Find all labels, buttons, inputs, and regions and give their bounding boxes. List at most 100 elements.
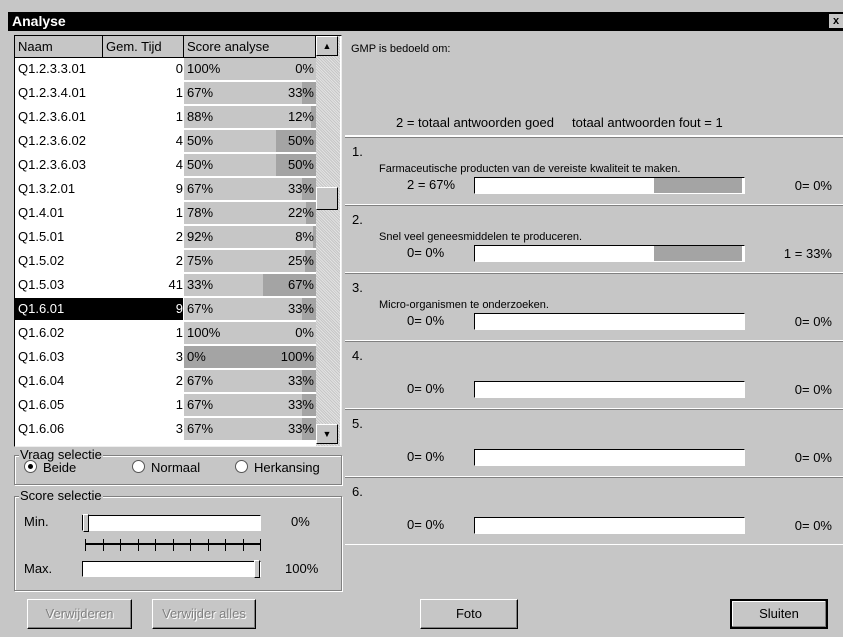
table-row[interactable]: Q1.2.3.6.01 1 88% 12% <box>15 106 316 129</box>
min-label: Min. <box>24 514 49 529</box>
table-row[interactable]: Q1.2.3.6.03 4 50% 50% <box>15 154 316 177</box>
answer-item: 3. Micro-organismen te onderzoeken. 0= 0% 0… <box>345 273 843 341</box>
row-score: 100% <box>187 325 221 340</box>
answer-bar <box>474 381 745 398</box>
scroll-thumb[interactable] <box>316 187 338 210</box>
answer-correct-count: 0= 0% <box>407 449 445 464</box>
answer-correct-count: 0= 0% <box>407 313 445 328</box>
row-score: 33% <box>187 277 214 292</box>
table-row[interactable]: Q1.4.01 1 78% 22% <box>15 202 316 225</box>
row-name: Q1.5.01 <box>18 229 65 244</box>
row-time: 4 <box>175 133 183 148</box>
row-name: Q1.6.01 <box>15 298 103 320</box>
max-slider[interactable] <box>82 560 261 578</box>
row-score: 92% <box>187 229 214 244</box>
row-score-bar: 92% 8% <box>184 226 316 248</box>
table-row[interactable]: Q1.6.06 3 67% 33% <box>15 418 316 441</box>
row-name: Q1.2.3.4.01 <box>18 85 86 100</box>
answer-correct-count: 0= 0% <box>407 517 445 532</box>
row-score: 67% <box>187 421 214 436</box>
answer-wrong-count: 0= 0% <box>794 314 832 329</box>
row-score: 50% <box>187 157 214 172</box>
row-name: Q1.2.3.6.03 <box>18 157 86 172</box>
radio-unselected-icon <box>132 460 145 473</box>
row-wrong: 0% <box>295 61 314 76</box>
score-scale <box>85 539 261 553</box>
row-score: 50% <box>187 133 214 148</box>
answer-bar <box>474 177 745 194</box>
min-value: 0% <box>291 514 310 529</box>
radio-beide[interactable]: Beide <box>24 460 76 475</box>
row-score-bar: 67% 33% <box>184 178 316 200</box>
row-score-bar: 0% 100% <box>184 346 316 368</box>
row-score-bar: 67% 33% <box>184 82 316 104</box>
answer-item: 1. Farmaceutische producten van de vereis… <box>345 137 843 205</box>
answer-correct-count: 2 = 67% <box>407 177 456 192</box>
row-score-bar: 88% 12% <box>184 106 316 128</box>
row-name: Q1.3.2.01 <box>18 181 76 196</box>
scale-tick <box>242 539 244 551</box>
row-time: 2 <box>175 229 183 244</box>
table-row[interactable]: Q1.2.3.3.01 0 100% 0% <box>15 58 316 81</box>
radio-herkansing-label: Herkansing <box>254 460 320 475</box>
row-score: 67% <box>187 373 214 388</box>
table-row[interactable]: Q1.6.03 3 0% 100% <box>15 346 316 369</box>
table-row[interactable]: Q1.5.03 41 33% 67% <box>15 274 316 297</box>
verwijder-alles-button[interactable]: Verwijder alles <box>152 599 256 629</box>
row-time: 1 <box>175 85 183 100</box>
close-icon[interactable]: x <box>829 14 843 28</box>
scroll-up-icon[interactable]: ▲ <box>316 36 338 56</box>
list-scrollbar[interactable]: ▲ ▼ <box>316 36 340 446</box>
answer-correct-count: 0= 0% <box>407 245 445 260</box>
row-time: 0 <box>175 61 183 76</box>
answer-bar <box>474 517 745 534</box>
row-wrong: 0% <box>295 325 314 340</box>
title-bar: Analyse x <box>8 12 843 31</box>
row-score-bar: 67% 33% <box>184 370 316 392</box>
foto-button[interactable]: Foto <box>420 599 518 629</box>
verwijderen-button[interactable]: Verwijderen <box>27 599 132 629</box>
scale-tick <box>190 539 191 551</box>
table-row[interactable]: Q1.6.04 2 67% 33% <box>15 370 316 393</box>
row-name: Q1.5.02 <box>18 253 65 268</box>
radio-normaal-label: Normaal <box>151 460 201 475</box>
table-row[interactable]: Q1.6.01 9 67% 33% <box>15 298 316 321</box>
row-wrong: 33% <box>287 373 314 388</box>
max-slider-handle[interactable] <box>254 560 260 578</box>
answer-bar-fill <box>653 246 742 261</box>
min-slider[interactable] <box>82 514 261 532</box>
row-time: 1 <box>175 205 183 220</box>
row-time: 4 <box>175 157 183 172</box>
radio-unselected-icon <box>235 460 248 473</box>
answer-wrong-count: 0= 0% <box>794 518 832 533</box>
row-time: 41 <box>168 277 183 292</box>
table-row[interactable]: Q1.6.02 1 100% 0% <box>15 322 316 345</box>
answer-item: 4. 0= 0% 0= 0% <box>345 341 843 409</box>
radio-normaal[interactable]: Normaal <box>132 460 200 475</box>
answer-bar <box>474 313 745 330</box>
sluiten-button[interactable]: Sluiten <box>730 599 828 629</box>
row-name: Q1.6.05 <box>18 397 65 412</box>
table-row[interactable]: Q1.3.2.01 9 67% 33% <box>15 178 316 201</box>
column-header-score-analyse[interactable]: Score analyse <box>184 36 316 58</box>
table-row[interactable]: Q1.2.3.6.02 4 50% 50% <box>15 130 316 153</box>
answer-number: 1. <box>352 144 363 159</box>
row-name: Q1.6.06 <box>18 421 65 436</box>
answer-bar-fill <box>653 178 742 193</box>
table-row[interactable]: Q1.2.3.4.01 1 67% 33% <box>15 82 316 105</box>
table-row[interactable]: Q1.5.01 2 92% 8% <box>15 226 316 249</box>
min-slider-handle[interactable] <box>83 514 89 532</box>
column-header-naam[interactable]: Naam <box>15 36 103 58</box>
row-wrong: 33% <box>287 181 314 196</box>
table-row[interactable]: Q1.5.02 2 75% 25% <box>15 250 316 273</box>
radio-herkansing[interactable]: Herkansing <box>235 460 320 475</box>
scale-tick <box>225 539 226 551</box>
vraag-selectie-group: Vraag selectie Beide Normaal Herkansing <box>14 447 342 485</box>
answer-text: Snel veel geneesmiddelen te produceren. <box>379 231 583 243</box>
row-time: 9 <box>175 181 183 196</box>
column-header-gem-tijd[interactable]: Gem. Tijd <box>103 36 184 58</box>
row-wrong: 33% <box>287 421 314 436</box>
scroll-down-icon[interactable]: ▼ <box>316 424 338 444</box>
table-row[interactable]: Q1.6.05 1 67% 33% <box>15 394 316 417</box>
row-score-bar: 50% 50% <box>184 130 316 152</box>
